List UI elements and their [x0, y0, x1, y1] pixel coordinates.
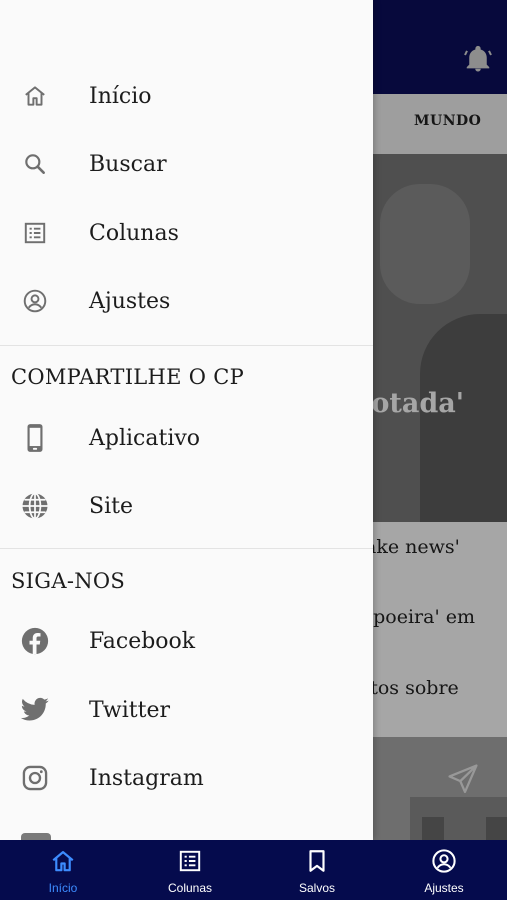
- section-title-follow: SIGA-NOS: [11, 569, 126, 593]
- drawer-item-label: Colunas: [89, 220, 179, 246]
- list-icon: [177, 848, 203, 874]
- youtube-icon[interactable]: [21, 833, 51, 840]
- tab-label: Ajustes: [424, 881, 464, 895]
- section-title-share: COMPARTILHE O CP: [11, 365, 245, 389]
- bottom-tab-bar: Início Colunas Salvos Ajustes: [0, 840, 507, 900]
- drawer-divider: [0, 548, 373, 549]
- twitter-icon: [20, 695, 50, 725]
- list-icon: [20, 218, 50, 248]
- tab-inicio[interactable]: Início: [0, 840, 126, 900]
- drawer-item-label: Buscar: [89, 151, 167, 177]
- drawer-divider: [0, 345, 373, 346]
- home-icon: [50, 848, 76, 874]
- bookmark-icon: [304, 848, 330, 874]
- drawer-item-label: Ajustes: [89, 288, 171, 314]
- tab-ajustes[interactable]: Ajustes: [381, 840, 507, 900]
- drawer-item-ajustes[interactable]: Ajustes: [0, 267, 373, 335]
- tab-colunas[interactable]: Colunas: [127, 840, 253, 900]
- drawer-item-label: Início: [89, 83, 152, 109]
- status-time: 9:41: [28, 4, 58, 19]
- drawer-item-inicio[interactable]: Início: [0, 62, 373, 130]
- drawer-item-label: Aplicativo: [89, 425, 201, 451]
- drawer-item-buscar[interactable]: Buscar: [0, 130, 373, 198]
- drawer-item-label: Facebook: [89, 628, 196, 654]
- drawer-item-colunas[interactable]: Colunas: [0, 199, 373, 267]
- phone-icon: [20, 423, 50, 453]
- facebook-icon: [20, 626, 50, 656]
- drawer-item-instagram[interactable]: Instagram: [0, 744, 373, 812]
- user-circle-icon: [431, 848, 457, 874]
- tab-label: Início: [48, 881, 78, 895]
- drawer-item-label: Twitter: [89, 697, 170, 723]
- drawer-item-label: Instagram: [89, 765, 204, 791]
- tab-label: Colunas: [167, 881, 213, 895]
- drawer-item-label: Site: [89, 493, 133, 519]
- tab-label: Salvos: [298, 881, 336, 895]
- home-icon: [20, 81, 50, 111]
- drawer-item-facebook[interactable]: Facebook: [0, 607, 373, 675]
- instagram-icon: [20, 763, 50, 793]
- user-circle-icon: [20, 286, 50, 316]
- globe-icon: [20, 491, 50, 521]
- drawer-item-site[interactable]: Site: [0, 472, 373, 540]
- tab-salvos[interactable]: Salvos: [254, 840, 380, 900]
- drawer-item-twitter[interactable]: Twitter: [0, 676, 373, 744]
- drawer-item-aplicativo[interactable]: Aplicativo: [0, 404, 373, 472]
- search-icon: [20, 149, 50, 179]
- side-drawer: 9:41 Início Buscar Colunas Ajustes COMPA…: [0, 0, 373, 840]
